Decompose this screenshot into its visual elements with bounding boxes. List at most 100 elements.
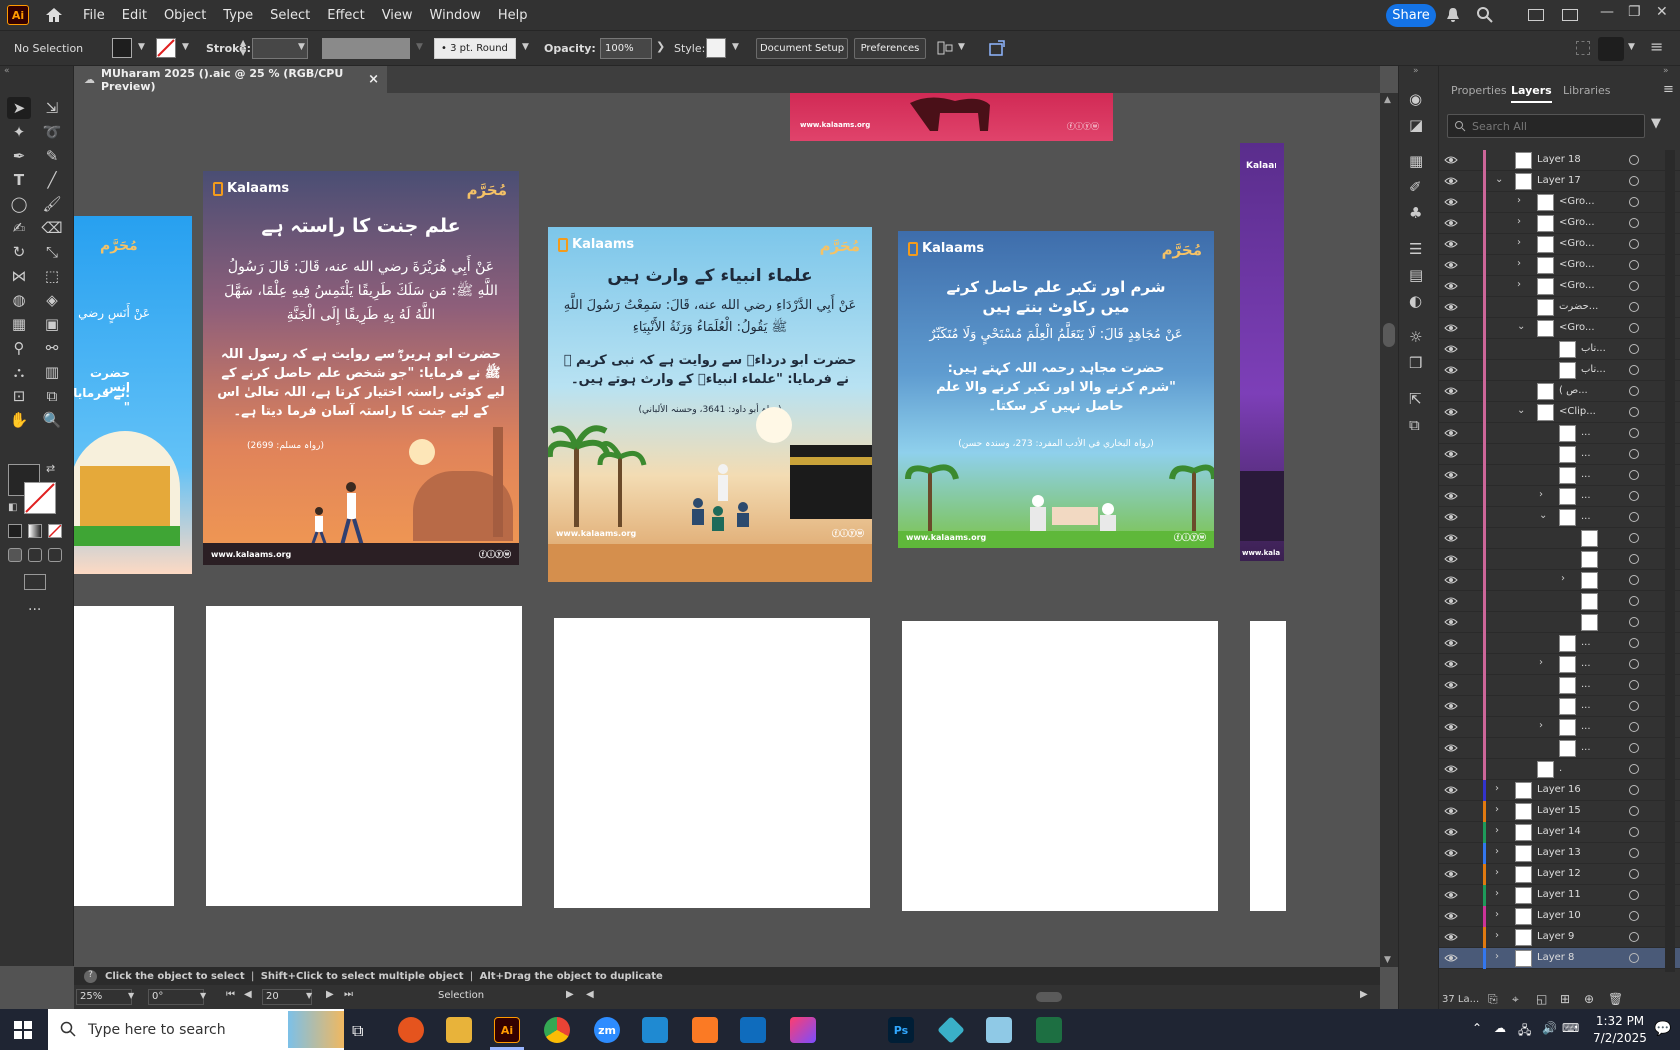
scroll-right-icon[interactable]: ▶ xyxy=(1360,989,1368,1000)
new-sublayer-icon[interactable]: ⊞ xyxy=(1560,992,1570,1006)
color-theme-icon[interactable]: ◉ xyxy=(1409,90,1422,108)
visibility-eye-icon[interactable] xyxy=(1444,448,1458,460)
artboards-panel-icon[interactable]: ⧉ xyxy=(1409,416,1420,434)
notepad-icon[interactable] xyxy=(986,1017,1012,1043)
layer-row[interactable]: ... xyxy=(1439,444,1680,465)
layer-row[interactable]: Layer 18 xyxy=(1439,150,1680,171)
target-circle-icon[interactable] xyxy=(1629,365,1639,375)
symbols-icon[interactable]: ♣ xyxy=(1409,204,1422,222)
chevron-down-icon[interactable]: ▼ xyxy=(306,991,312,1000)
appearance-icon[interactable]: ☼ xyxy=(1409,328,1422,346)
scrollbar-thumb[interactable] xyxy=(1383,323,1395,347)
layer-row[interactable]: ( ص... xyxy=(1439,381,1680,402)
chevron-right-icon[interactable]: › xyxy=(1495,783,1499,794)
target-circle-icon[interactable] xyxy=(1629,449,1639,459)
target-circle-icon[interactable] xyxy=(1629,953,1639,963)
visibility-eye-icon[interactable] xyxy=(1444,280,1458,292)
restore-icon[interactable]: ❐ xyxy=(1628,4,1641,20)
preferences-button[interactable]: Preferences xyxy=(854,38,926,59)
layers-scrollbar[interactable] xyxy=(1665,150,1675,972)
target-circle-icon[interactable] xyxy=(1629,638,1639,648)
target-circle-icon[interactable] xyxy=(1629,701,1639,711)
chevron-right-icon[interactable]: › xyxy=(1495,846,1499,857)
artboard-number-field[interactable]: 20 xyxy=(262,989,312,1005)
visibility-eye-icon[interactable] xyxy=(1444,721,1458,733)
visibility-eye-icon[interactable] xyxy=(1444,511,1458,523)
canvas[interactable]: www.kalaams.org ⓕⓘⓨⓦ مُحَرَّم عَنْ أَنَس… xyxy=(74,93,1380,967)
artboard-blank-0[interactable] xyxy=(74,606,174,906)
layer-row[interactable]: › Layer 12 xyxy=(1439,864,1680,885)
chevron-down-icon[interactable]: ▼ xyxy=(128,991,134,1000)
layer-row[interactable]: ... xyxy=(1439,738,1680,759)
brushes-icon[interactable]: ✐ xyxy=(1409,178,1422,196)
layer-row[interactable]: ›... xyxy=(1439,717,1680,738)
layer-row[interactable]: ›... xyxy=(1439,486,1680,507)
artboard-tool-icon[interactable]: ⊡ xyxy=(7,385,31,407)
visibility-eye-icon[interactable] xyxy=(1444,406,1458,418)
visibility-eye-icon[interactable] xyxy=(1444,301,1458,313)
visibility-eye-icon[interactable] xyxy=(1444,385,1458,397)
artboard-right-card[interactable]: Kalaams www.kala xyxy=(1240,143,1284,561)
collapse-icon[interactable]: « xyxy=(4,66,10,76)
target-circle-icon[interactable] xyxy=(1629,785,1639,795)
visibility-eye-icon[interactable] xyxy=(1444,217,1458,229)
document-tab[interactable]: ☁ MUharam 2025 ().aic @ 25 % (RGB/CPU Pr… xyxy=(74,66,387,93)
chevron-right-icon[interactable]: › xyxy=(1495,930,1499,941)
layer-row[interactable]: ناب... xyxy=(1439,360,1680,381)
minimize-icon[interactable]: — xyxy=(1600,4,1614,20)
layer-row[interactable] xyxy=(1439,612,1680,633)
panel-menu-icon[interactable]: ≡ xyxy=(1663,82,1674,97)
notifications-icon[interactable]: 💬 xyxy=(1654,1021,1671,1037)
zoom-app-icon[interactable]: zm xyxy=(594,1017,620,1043)
visibility-eye-icon[interactable] xyxy=(1444,658,1458,670)
layer-row[interactable]: ... xyxy=(1439,465,1680,486)
transform-panel-icon[interactable] xyxy=(1598,37,1624,61)
target-circle-icon[interactable] xyxy=(1629,806,1639,816)
magic-wand-tool-icon[interactable]: ✦ xyxy=(7,121,31,143)
target-circle-icon[interactable] xyxy=(1629,743,1639,753)
layer-row[interactable]: › Layer 15 xyxy=(1439,801,1680,822)
layer-row[interactable] xyxy=(1439,591,1680,612)
visibility-eye-icon[interactable] xyxy=(1444,910,1458,922)
visibility-eye-icon[interactable] xyxy=(1444,868,1458,880)
width-tool-icon[interactable]: ⋈ xyxy=(7,265,31,287)
none-mode-icon[interactable] xyxy=(48,524,62,538)
menu-file[interactable]: File xyxy=(83,8,105,23)
layer-row[interactable]: › <Gro... xyxy=(1439,255,1680,276)
collect-export-icon[interactable]: ⎘ xyxy=(1488,992,1498,1007)
xampp-icon[interactable] xyxy=(692,1017,718,1043)
target-circle-icon[interactable] xyxy=(1629,302,1639,312)
chevron-down-icon[interactable]: ▼ xyxy=(958,42,965,52)
color-mode-icon[interactable] xyxy=(8,524,22,538)
zoom-tool-icon[interactable]: 🔍 xyxy=(40,409,64,431)
column-graph-tool-icon[interactable]: ▥ xyxy=(40,361,64,383)
visibility-eye-icon[interactable] xyxy=(1444,763,1458,775)
taskbar-clock[interactable]: 1:32 PM 7/2/2025 xyxy=(1590,1013,1650,1047)
artboard-top-banner[interactable]: www.kalaams.org ⓕⓘⓨⓦ xyxy=(790,93,1113,141)
chevron-down-icon[interactable]: ⌄ xyxy=(1539,510,1547,521)
target-circle-icon[interactable] xyxy=(1629,869,1639,879)
target-circle-icon[interactable] xyxy=(1629,764,1639,774)
chevron-down-icon[interactable]: ⌄ xyxy=(1495,174,1503,185)
layer-row[interactable]: › <Gro... xyxy=(1439,192,1680,213)
target-circle-icon[interactable] xyxy=(1629,155,1639,165)
layer-row[interactable]: ناب... xyxy=(1439,339,1680,360)
workspace-icon[interactable] xyxy=(1562,9,1578,21)
expand-icon[interactable]: » xyxy=(1413,66,1419,76)
target-circle-icon[interactable] xyxy=(1629,176,1639,186)
new-layer-icon[interactable]: ⊕ xyxy=(1584,992,1594,1006)
excel-icon[interactable] xyxy=(1036,1017,1062,1043)
scale-tool-icon[interactable]: ⤡ xyxy=(40,241,64,263)
home-icon[interactable] xyxy=(43,4,65,26)
type-tool-icon[interactable]: T xyxy=(7,169,31,191)
target-circle-icon[interactable] xyxy=(1629,428,1639,438)
file-explorer-icon[interactable] xyxy=(446,1017,472,1043)
direct-selection-tool-icon[interactable]: ⇲ xyxy=(40,97,64,119)
illustrator-taskbar-icon[interactable]: Ai xyxy=(494,1017,520,1043)
stroke-swatch[interactable] xyxy=(156,38,176,58)
tab-properties[interactable]: Properties xyxy=(1451,84,1507,97)
status-menu-icon[interactable]: ▶ xyxy=(566,989,574,1000)
chevron-right-icon[interactable]: › xyxy=(1517,237,1521,248)
target-circle-icon[interactable] xyxy=(1629,218,1639,228)
first-artboard-icon[interactable]: ⏮ xyxy=(226,989,235,1000)
